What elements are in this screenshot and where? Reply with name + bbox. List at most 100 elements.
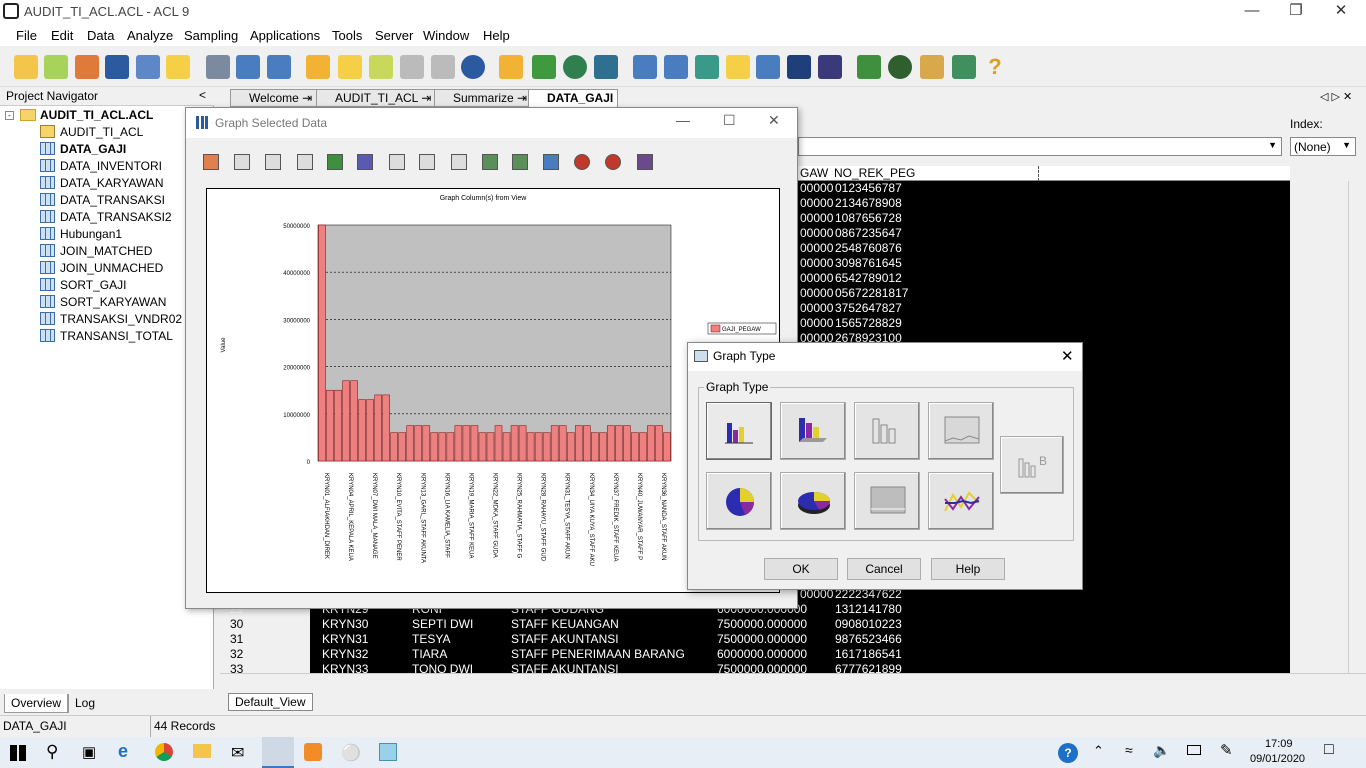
table-row[interactable]: 30 KRYN30 SEPTI DWI STAFF KEUANGAN 75000… xyxy=(220,617,1290,632)
add-column-icon[interactable] xyxy=(369,55,393,79)
graph-font-icon[interactable] xyxy=(357,154,373,170)
line-chart-option[interactable] xyxy=(928,472,994,530)
tab-audit-ti-acl[interactable]: AUDIT_TI_ACL ⇥ xyxy=(316,89,437,107)
statistics-icon[interactable] xyxy=(594,55,618,79)
maximize-icon[interactable]: ☐ xyxy=(723,112,736,129)
filter-input[interactable]: ▼ xyxy=(798,137,1282,156)
wifi-icon[interactable]: ≈ xyxy=(1125,742,1133,758)
windows-icon[interactable] xyxy=(952,55,976,79)
view-tab-default[interactable]: Default_View xyxy=(228,693,313,711)
acl-taskbar-button[interactable] xyxy=(262,737,294,768)
graph-rotate-right-icon[interactable] xyxy=(605,154,621,170)
column-header-gaji[interactable]: GAW xyxy=(800,166,828,180)
close-project-icon[interactable] xyxy=(75,55,99,79)
pen-icon[interactable]: ✎ xyxy=(1220,741,1233,759)
properties-icon[interactable] xyxy=(166,55,190,79)
graph-print-icon[interactable] xyxy=(451,154,467,170)
clock-time[interactable]: 17:09 xyxy=(1265,738,1293,750)
stratify-icon[interactable] xyxy=(633,55,657,79)
ok-button[interactable]: OK xyxy=(764,558,838,580)
duplicates-icon[interactable] xyxy=(818,55,842,79)
menu-window[interactable]: Window xyxy=(423,28,469,43)
table-layout-icon[interactable] xyxy=(236,55,260,79)
tree-item-data-karyawan[interactable]: DATA_KARYAWAN xyxy=(60,176,164,190)
tree-item-data-transaksi[interactable]: DATA_TRANSAKSI xyxy=(60,193,165,207)
close-icon[interactable]: ✕ xyxy=(768,112,780,129)
volume-icon[interactable]: 🔈 xyxy=(1153,742,1170,759)
graph-copy-icon[interactable] xyxy=(482,154,498,170)
export-icon[interactable] xyxy=(857,55,881,79)
minimize-icon[interactable]: — xyxy=(676,112,690,128)
edit-icon[interactable] xyxy=(338,55,362,79)
horizontal-scrollbar[interactable] xyxy=(220,673,1366,689)
graph-format-icon[interactable] xyxy=(234,154,250,170)
menu-tools[interactable]: Tools xyxy=(332,28,362,43)
battery-icon[interactable] xyxy=(1187,745,1201,755)
stacked-area-chart-option[interactable] xyxy=(854,472,920,530)
tab-scroll-icons[interactable]: ◁ ▷ ✕ xyxy=(1320,90,1352,103)
refresh-icon[interactable] xyxy=(206,55,230,79)
search-icon[interactable]: ⚲ xyxy=(46,742,58,762)
menu-server[interactable]: Server xyxy=(375,28,413,43)
graph-labels-icon[interactable] xyxy=(419,154,435,170)
pin-icon[interactable]: ⇥ xyxy=(517,91,527,105)
notifications-icon[interactable]: □ xyxy=(1324,741,1334,759)
graph-grid-icon[interactable] xyxy=(389,154,405,170)
pin-icon[interactable]: ⇥ xyxy=(302,91,312,105)
file-explorer-icon[interactable] xyxy=(193,744,211,758)
font-icon[interactable] xyxy=(461,55,485,79)
tree-item-data-transaksi2[interactable]: DATA_TRANSAKSI2 xyxy=(60,210,172,224)
notes-icon[interactable] xyxy=(306,55,330,79)
chrome-icon[interactable] xyxy=(155,743,173,761)
edge-icon[interactable]: e xyxy=(118,741,128,762)
table-row[interactable]: 32 KRYN32 TIARA STAFF PENERIMAAN BARANG … xyxy=(220,647,1290,662)
print-icon[interactable] xyxy=(136,55,160,79)
total-icon[interactable] xyxy=(563,55,587,79)
column-header-no-rek[interactable]: NO_REK_PEG xyxy=(834,166,915,180)
script-icon[interactable] xyxy=(888,55,912,79)
help-tray-icon[interactable]: ? xyxy=(1058,743,1078,763)
tree-item-data-gaji[interactable]: DATA_GAJI xyxy=(60,142,126,156)
table-row[interactable]: 33 KRYN33 TONO DWI STAFF AKUNTANSI 75000… xyxy=(220,662,1290,673)
menu-help[interactable]: Help xyxy=(483,28,510,43)
collapse-navigator-button[interactable]: < xyxy=(199,88,206,102)
minimize-icon[interactable]: — xyxy=(1229,0,1275,24)
tree-item-hubungan1[interactable]: Hubungan1 xyxy=(60,227,122,241)
mail-icon[interactable]: ✉ xyxy=(231,743,244,763)
gaps-icon[interactable] xyxy=(756,55,780,79)
tree-root-project[interactable]: AUDIT_TI_ACL.ACL xyxy=(40,108,153,122)
tab-log[interactable]: Log xyxy=(68,694,101,713)
graph-save-icon[interactable] xyxy=(512,154,528,170)
count-icon[interactable] xyxy=(532,55,556,79)
paint-icon[interactable]: ⚪ xyxy=(341,743,361,763)
graph-axis-icon[interactable] xyxy=(297,154,313,170)
index-select[interactable]: (None) ▼ xyxy=(1290,137,1356,156)
graph-legend-icon[interactable] xyxy=(265,154,281,170)
bench-chart-option[interactable]: B xyxy=(1000,436,1064,494)
tree-item-audit-ti-acl[interactable]: AUDIT_TI_ACL xyxy=(60,125,143,139)
menu-edit[interactable]: Edit xyxy=(51,28,73,43)
classify-icon[interactable] xyxy=(695,55,719,79)
tree-collapse-icon[interactable]: - xyxy=(5,111,14,120)
windows-start-icon[interactable] xyxy=(10,745,26,761)
benford-icon[interactable] xyxy=(787,55,811,79)
tab-summarize[interactable]: Summarize ⇥ xyxy=(434,89,533,107)
tab-data-gaji[interactable]: DATA_GAJI xyxy=(528,89,619,107)
new-project-icon[interactable] xyxy=(44,55,68,79)
stacked-bar-chart-option[interactable] xyxy=(854,402,920,460)
graph-type-icon[interactable] xyxy=(327,154,343,170)
menu-applications[interactable]: Applications xyxy=(250,28,320,43)
table-row[interactable]: 31 KRYN31 TESYA STAFF AKUNTANSI 7500000.… xyxy=(220,632,1290,647)
help-button[interactable]: Help xyxy=(931,558,1005,580)
tree-item-sort-gaji[interactable]: SORT_GAJI xyxy=(60,278,126,292)
tree-item-transaksi-vndr02[interactable]: TRANSAKSI_VNDR02 xyxy=(60,312,182,326)
graph-3d-icon[interactable] xyxy=(637,154,653,170)
pie-chart-option[interactable] xyxy=(706,472,772,530)
close-icon[interactable]: ✕ xyxy=(1318,0,1364,24)
tree-item-join-unmached[interactable]: JOIN_UNMACHED xyxy=(60,261,163,275)
sequence-icon[interactable] xyxy=(726,55,750,79)
cancel-button[interactable]: Cancel xyxy=(847,558,921,580)
clock-date[interactable]: 09/01/2020 xyxy=(1250,753,1305,765)
open-project-icon[interactable] xyxy=(14,55,38,79)
tree-item-join-matched[interactable]: JOIN_MATCHED xyxy=(60,244,152,258)
